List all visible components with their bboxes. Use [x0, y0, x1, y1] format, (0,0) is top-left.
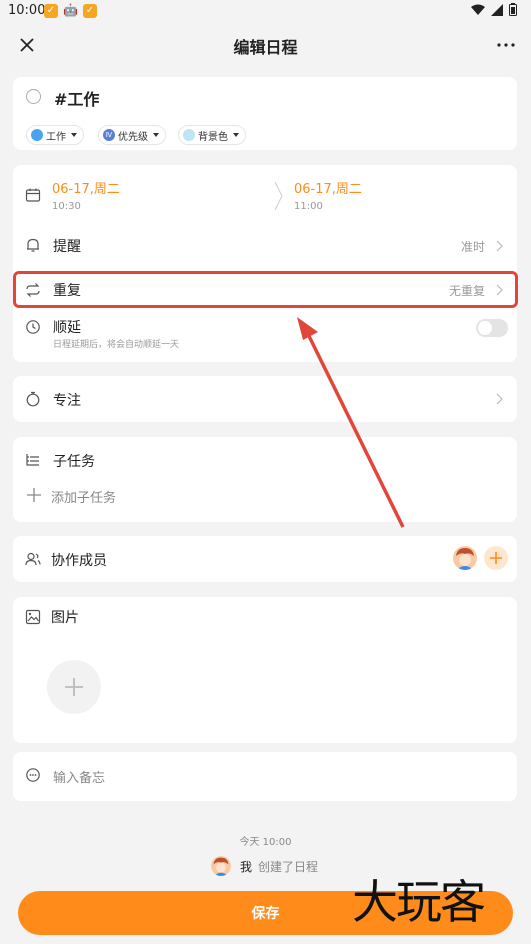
reminder-value: 准时	[460, 240, 485, 254]
end-time: 11:00	[294, 201, 323, 212]
caret-down-icon	[71, 133, 77, 137]
activity-user: 我	[240, 860, 253, 874]
add-member-button[interactable]	[484, 546, 508, 570]
status-bar: 10:00 ✓ 🤖 ✓	[0, 0, 531, 24]
background-color-chip[interactable]: 背景色	[178, 125, 246, 145]
priority-icon: Ⅳ	[103, 129, 115, 141]
image-icon	[25, 609, 41, 625]
title-bar: 编辑日程	[0, 24, 531, 66]
task-title[interactable]: #工作	[54, 86, 99, 110]
chip-label: 工作	[46, 131, 66, 143]
note-card[interactable]: 输入备忘	[13, 752, 517, 801]
subtask-icon	[26, 454, 39, 466]
app-notification-icon: ✓	[44, 4, 58, 18]
plus-icon	[27, 488, 41, 502]
activity-avatar	[211, 856, 231, 876]
add-subtask-button[interactable]: 添加子任务	[13, 481, 517, 509]
members-card: 协作成员	[13, 536, 517, 582]
start-datetime[interactable]: 06-17,周二 10:30	[52, 178, 120, 212]
status-icons	[471, 3, 517, 16]
focus-label: 专注	[53, 393, 81, 409]
chevron-right-icon	[496, 393, 503, 405]
watermark-logo: 大玩客	[352, 875, 486, 929]
start-time: 10:30	[52, 201, 81, 212]
chip-label: 优先级	[118, 131, 148, 143]
images-label: 图片	[51, 610, 79, 626]
members-label: 协作成员	[51, 553, 107, 569]
subtask-card: 子任务 添加子任务	[13, 437, 517, 522]
end-date: 06-17,周二	[294, 182, 362, 197]
images-card: 图片	[13, 597, 517, 743]
end-datetime[interactable]: 06-17,周二 11:00	[294, 178, 362, 212]
range-separator-icon	[274, 181, 283, 211]
color-swatch-icon	[183, 129, 195, 141]
postpone-description: 日程延期后，将会自动顺延一天	[53, 340, 180, 350]
start-date: 06-17,周二	[52, 182, 120, 197]
calendar-icon	[25, 188, 41, 202]
caret-down-icon	[153, 133, 159, 137]
plus-icon	[65, 678, 83, 696]
more-icon[interactable]	[495, 34, 517, 56]
bell-icon	[27, 238, 39, 252]
category-chip[interactable]: 工作	[26, 125, 84, 145]
task-card: #工作 工作 Ⅳ 优先级 背景色	[13, 77, 517, 150]
repeat-highlight-box	[13, 271, 518, 308]
caret-down-icon	[233, 133, 239, 137]
signal-icon	[491, 3, 503, 16]
postpone-row: 顺延 日程延期后，将会自动顺延一天	[13, 315, 517, 355]
clock-icon	[26, 320, 40, 334]
reminder-label: 提醒	[53, 239, 81, 255]
briefcase-icon	[31, 129, 43, 141]
chip-label: 背景色	[198, 131, 228, 143]
note-input[interactable]: 输入备忘	[53, 767, 105, 786]
activity-time: 今天 10:00	[239, 837, 292, 848]
avatar-face-icon	[453, 546, 477, 570]
wifi-icon	[471, 4, 485, 15]
schedule-card: 06-17,周二 10:30 06-17,周二 11:00 提醒 准时 重复 无…	[13, 165, 517, 362]
add-image-button[interactable]	[47, 660, 101, 714]
postpone-label: 顺延	[53, 320, 81, 336]
activity-action: 创建了日程	[258, 860, 319, 874]
status-time: 10:00	[8, 3, 46, 18]
members-icon	[25, 552, 41, 566]
priority-chip[interactable]: Ⅳ 优先级	[98, 125, 166, 145]
add-subtask-label: 添加子任务	[51, 491, 117, 506]
member-avatar[interactable]	[453, 546, 477, 570]
focus-row[interactable]: 专注	[13, 376, 517, 422]
toggle-knob	[478, 321, 492, 335]
avatar-face-icon	[211, 856, 231, 876]
timer-icon	[26, 391, 40, 407]
app-notification-icon-2: ✓	[83, 4, 97, 18]
android-icon: 🤖	[63, 3, 78, 17]
page-title: 编辑日程	[233, 38, 298, 57]
comment-icon	[26, 768, 40, 782]
complete-checkbox[interactable]	[26, 89, 41, 104]
subtask-label: 子任务	[53, 454, 95, 470]
chevron-right-icon	[496, 240, 503, 252]
reminder-row[interactable]: 提醒 准时	[13, 229, 517, 263]
plus-icon	[490, 552, 502, 564]
battery-icon	[509, 3, 517, 16]
postpone-toggle[interactable]	[476, 319, 508, 337]
